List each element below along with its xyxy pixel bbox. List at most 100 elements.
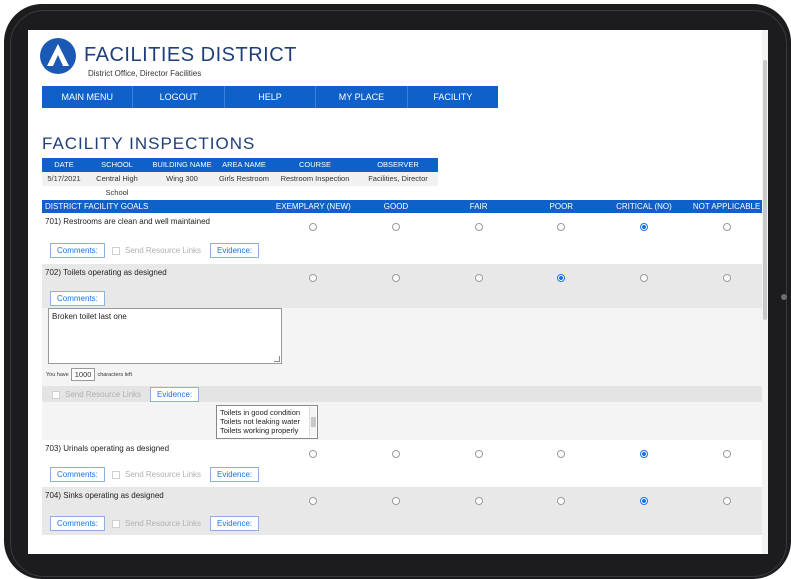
rating-radio[interactable]	[309, 450, 318, 458]
radio-cell	[520, 497, 603, 505]
radio-cell	[355, 450, 438, 458]
col-observer: OBSERVER	[377, 160, 419, 169]
rating-radio[interactable]	[557, 497, 566, 505]
comments-button[interactable]: Comments:	[50, 243, 105, 258]
menu-logout[interactable]: LOGOUT	[133, 86, 225, 108]
rating-radio[interactable]	[722, 497, 731, 505]
send-resource-links-label: Send Resource Links	[125, 246, 202, 255]
goal-row-702: 702) Toilets operating as designed Comme…	[42, 264, 768, 308]
brand: FACILITIES DISTRICT District Office, Dir…	[84, 44, 297, 78]
comment-panel: Broken toilet last one You have 1000 cha…	[42, 308, 768, 386]
rating-radio[interactable]	[722, 450, 731, 458]
you-have-label: You have	[46, 371, 69, 378]
cell-building-name: Wing 300	[166, 174, 198, 183]
send-resource-links-label: Send Resource Links	[65, 390, 142, 399]
rating-radio[interactable]	[309, 274, 318, 282]
menu-facility[interactable]: FACILITY	[408, 86, 498, 108]
inspection-info-table: DATE SCHOOL BUILDING NAME AREA NAME COUR…	[42, 158, 438, 197]
radio-cell	[520, 223, 603, 231]
evidence-button[interactable]: Evidence:	[150, 387, 200, 402]
evidence-button[interactable]: Evidence:	[210, 243, 260, 258]
menu-help[interactable]: HELP	[225, 86, 317, 108]
rating-radio[interactable]	[722, 223, 731, 231]
radio-cell	[272, 497, 355, 505]
rating-radio[interactable]	[391, 274, 400, 282]
radio-cell	[603, 497, 686, 505]
listbox-scrollbar[interactable]	[309, 407, 316, 437]
page-title: FACILITY INSPECTIONS	[42, 134, 256, 153]
menu-main-menu[interactable]: MAIN MENU	[42, 86, 134, 108]
comments-button[interactable]: Comments:	[50, 516, 105, 531]
option-critical: CRITICAL (NO)	[616, 202, 672, 211]
col-building-name: BUILDING NAME	[152, 160, 212, 169]
goal-row-703: 703) Urinals operating as designed Comme…	[42, 440, 768, 487]
page-scroll-thumb[interactable]	[763, 60, 767, 320]
comment-textarea[interactable]: Broken toilet last one	[48, 308, 282, 364]
rating-radio[interactable]	[639, 274, 648, 282]
radio-cell	[272, 450, 355, 458]
goal-text: 701) Restrooms are clean and well mainta…	[45, 217, 210, 226]
checkbox-box	[112, 519, 120, 528]
rating-radio[interactable]	[557, 223, 566, 231]
rating-radio[interactable]	[474, 274, 483, 282]
rating-radios	[272, 497, 768, 505]
listbox-scroll-thumb[interactable]	[311, 417, 316, 427]
cell-area-name: Girls Restroom	[218, 174, 269, 183]
radio-cell	[437, 450, 520, 458]
col-school: SCHOOL	[101, 160, 133, 169]
col-date: DATE	[54, 160, 74, 169]
rating-radio[interactable]	[391, 223, 400, 231]
evidence-option[interactable]: Toilets in good condition	[220, 408, 314, 417]
evidence-button[interactable]: Evidence:	[210, 467, 260, 482]
send-resource-links-checkbox[interactable]: Send Resource Links	[52, 390, 141, 399]
col-course: COURSE	[298, 160, 332, 169]
rating-radio[interactable]	[391, 450, 400, 458]
evidence-button[interactable]: Evidence:	[210, 516, 260, 531]
rating-radio[interactable]	[309, 497, 318, 505]
evidence-listbox[interactable]: Toilets in good condition Toilets not le…	[216, 405, 318, 439]
cell-date: 5/17/2021	[47, 174, 81, 183]
goal-text: 704) Sinks operating as designed	[45, 491, 164, 500]
radio-cell	[272, 223, 355, 231]
option-good: GOOD	[383, 202, 409, 211]
col-area-name: AREA NAME	[222, 160, 266, 169]
send-resource-links-checkbox[interactable]: Send Resource Links	[112, 246, 201, 255]
goals-header: DISTRICT FACILITY GOALS EXEMPLARY (NEW) …	[42, 200, 768, 213]
evidence-option[interactable]: Toilets not leaking water	[220, 417, 314, 426]
rating-radios	[272, 274, 768, 282]
rating-radio[interactable]	[474, 450, 483, 458]
page-scrollbar[interactable]	[762, 30, 768, 554]
rating-radio[interactable]	[639, 497, 648, 505]
goal-row-701: 701) Restrooms are clean and well mainta…	[42, 213, 768, 264]
radio-cell	[685, 274, 768, 282]
rating-radio[interactable]	[639, 450, 648, 458]
rating-radio[interactable]	[391, 497, 400, 505]
send-resource-links-checkbox[interactable]: Send Resource Links	[112, 519, 201, 528]
rating-radio[interactable]	[639, 223, 648, 231]
rating-radio[interactable]	[474, 497, 483, 505]
radio-cell	[685, 497, 768, 505]
comments-button[interactable]: Comments:	[50, 291, 105, 306]
send-resource-links-checkbox[interactable]: Send Resource Links	[112, 470, 201, 479]
checkbox-box	[112, 470, 120, 479]
rating-radios	[272, 450, 768, 458]
radio-cell	[355, 274, 438, 282]
rating-radio[interactable]	[722, 274, 731, 282]
radio-cell	[437, 223, 520, 231]
brand-name: FACILITIES DISTRICT	[84, 44, 297, 66]
evidence-panel: Toilets in good condition Toilets not le…	[42, 402, 768, 440]
radio-cell	[603, 223, 686, 231]
rating-radio[interactable]	[557, 450, 566, 458]
menu-my-place[interactable]: MY PLACE	[316, 86, 408, 108]
rating-radio[interactable]	[557, 274, 566, 282]
option-poor: POOR	[549, 202, 574, 211]
rating-radio[interactable]	[474, 223, 483, 231]
evidence-option[interactable]: Toilets working properly	[220, 426, 314, 435]
resize-grip-icon[interactable]	[274, 356, 280, 362]
comments-button[interactable]: Comments:	[50, 467, 105, 482]
goals-title: DISTRICT FACILITY GOALS	[45, 202, 149, 211]
tablet-frame: FACILITIES DISTRICT District Office, Dir…	[4, 4, 791, 579]
radio-cell	[603, 450, 686, 458]
links-evidence-bar: Send Resource Links Evidence:	[42, 386, 768, 402]
rating-radio[interactable]	[309, 223, 318, 231]
